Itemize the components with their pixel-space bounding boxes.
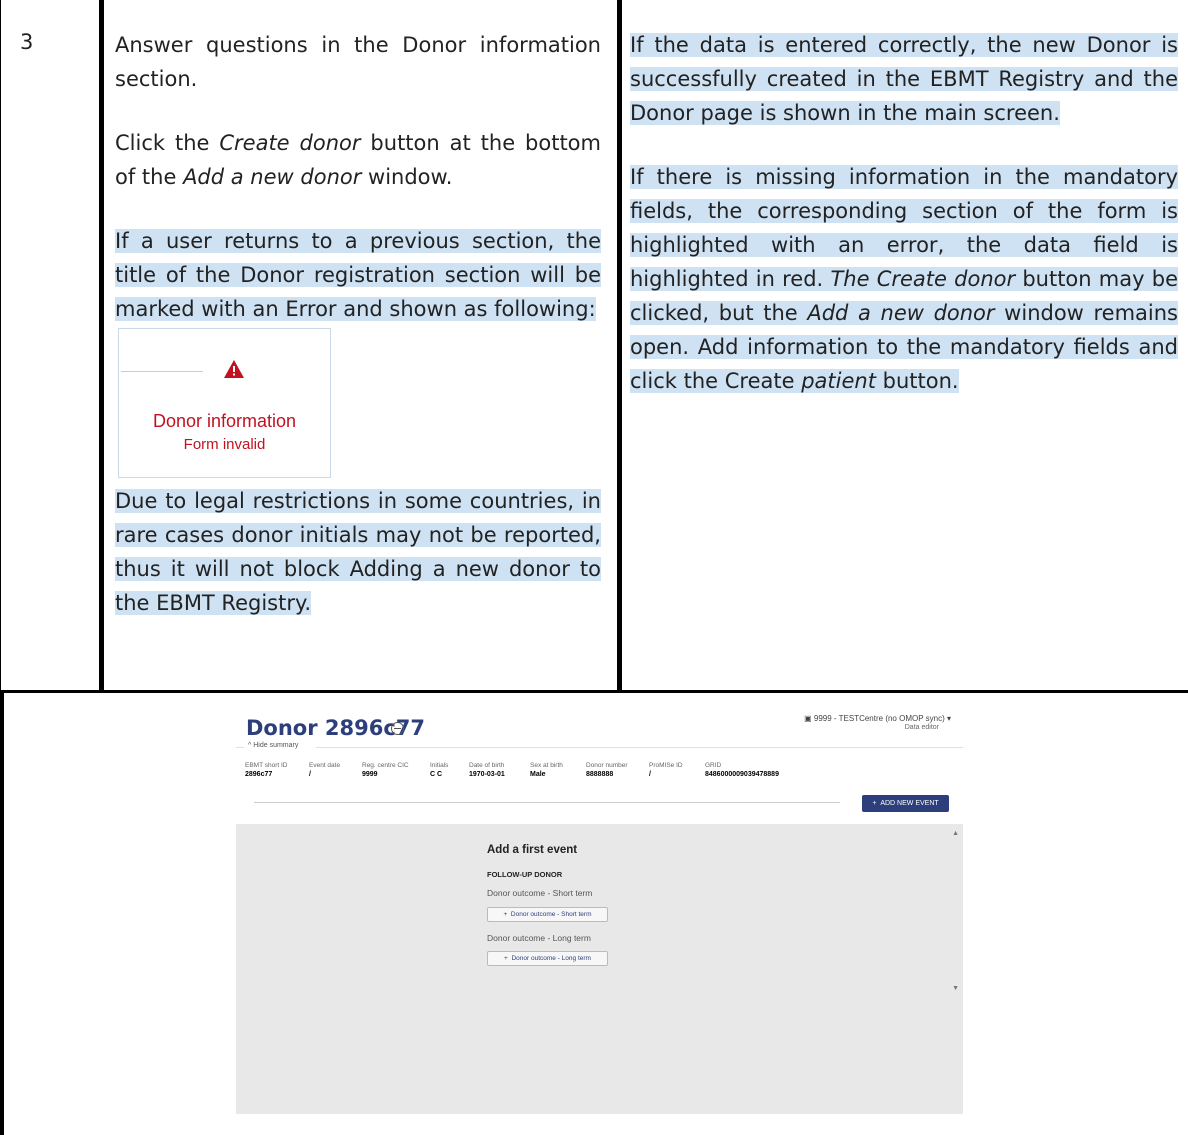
result-missing-info: If there is missing information in the m… <box>630 165 1179 393</box>
summary-sex: Sex at birth Male <box>530 762 563 778</box>
table-border-row <box>0 690 1188 693</box>
summary-event-date: Event date / <box>309 762 341 778</box>
step-number: 3 <box>20 30 34 54</box>
scroll-up-icon[interactable]: ▲ <box>952 830 959 837</box>
plus-icon: + <box>872 800 881 807</box>
divider <box>236 747 244 748</box>
error-section-subtitle: Form invalid <box>183 436 266 453</box>
result-success: If the data is entered correctly, the ne… <box>630 33 1178 125</box>
add-first-event-title: Add a first event <box>487 844 578 856</box>
dropdown-arrow-icon: ▾ <box>946 714 951 723</box>
events-panel <box>236 824 963 1114</box>
summary-centre-cic: Reg. centre CIC 9999 <box>362 762 409 778</box>
centre-selector[interactable]: ▣ 9999 - TESTCentre (no OMOP sync) ▾ <box>804 714 951 723</box>
table-border-right-lower <box>0 693 4 1135</box>
instructions-column: Answer questions in the Donor informatio… <box>115 28 601 650</box>
error-section-title: Donor information <box>152 411 297 431</box>
instruction-legal-note: Due to legal restrictions in some countr… <box>115 489 601 615</box>
summary-donor-number: Donor number 8888888 <box>586 762 628 778</box>
centre-icon: ▣ <box>804 714 814 723</box>
summary-promise-id: ProMISe ID / <box>649 762 683 778</box>
summary-grid: GRID 8486000009039478889 <box>705 762 779 778</box>
warning-triangle-icon <box>224 360 244 378</box>
add-new-event-button[interactable]: + ADD NEW EVENT <box>862 795 949 812</box>
instruction-error-note: If a user returns to a previous section,… <box>115 229 601 321</box>
instruction-answer-questions: Answer questions in the Donor informatio… <box>115 33 601 91</box>
scroll-down-icon[interactable]: ▼ <box>952 985 959 992</box>
divider <box>316 747 963 748</box>
results-column: If the data is entered correctly, the ne… <box>630 28 1179 428</box>
instruction-click-create: Click the Create donor button at the bot… <box>115 131 601 189</box>
long-term-label: Donor outcome - Long term <box>487 933 591 943</box>
follow-up-donor-heading: FOLLOW-UP DONOR <box>487 870 563 879</box>
add-short-term-outcome-button[interactable]: + Donor outcome - Short term <box>487 907 608 922</box>
summary-short-id: EBMT short ID 2896c77 <box>245 762 288 778</box>
stepper-line <box>121 371 203 372</box>
error-snippet-image: Donor information Form invalid <box>118 328 331 478</box>
table-border-col2 <box>617 0 622 693</box>
add-long-term-outcome-button[interactable]: + Donor outcome - Long term <box>487 951 608 966</box>
short-term-label: Donor outcome - Short term <box>487 888 593 898</box>
summary-dob: Date of birth 1970-03-01 <box>469 762 505 778</box>
table-border-col1 <box>99 0 104 693</box>
summary-initials: Initials C C <box>430 762 449 778</box>
donor-page-screenshot: Donor 2896c77 ▣ 9999 - TESTCentre (no OM… <box>236 714 963 1114</box>
divider <box>254 802 840 803</box>
plus-icon: + <box>503 911 511 918</box>
hide-summary-toggle[interactable]: ^ Hide summary <box>248 742 298 749</box>
plus-icon: + <box>504 955 512 962</box>
collapse-icon[interactable] <box>391 722 404 735</box>
user-role: Data editor <box>904 724 939 731</box>
